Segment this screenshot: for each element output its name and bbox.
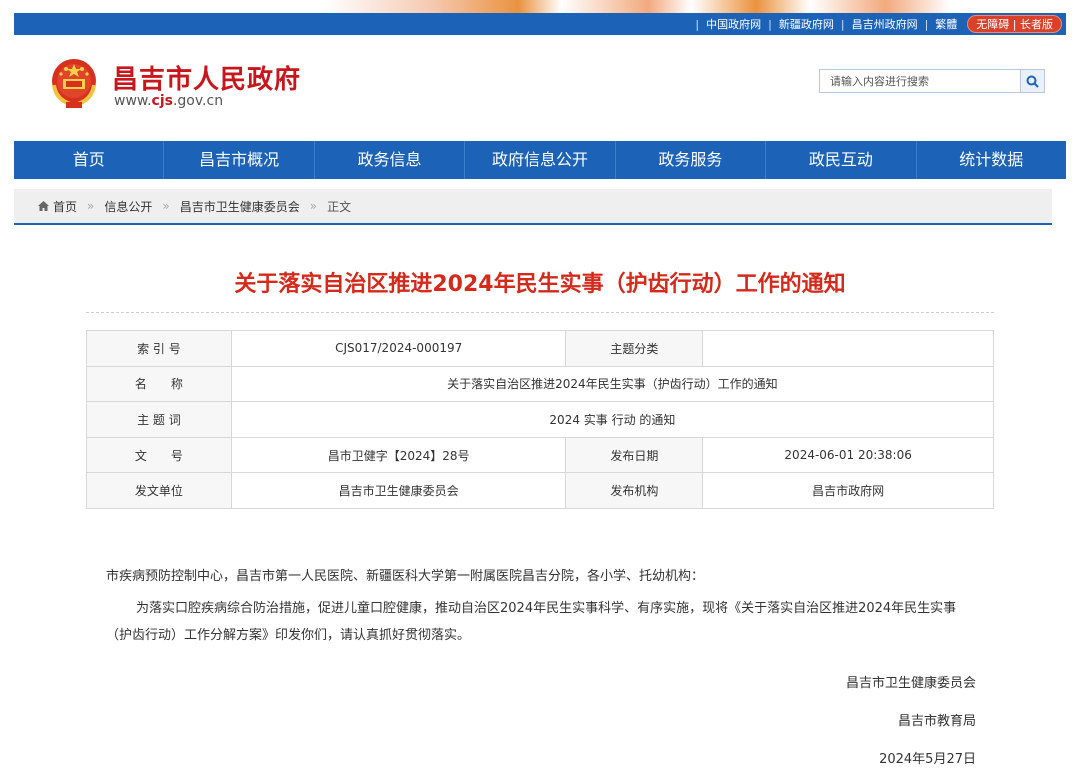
table-row: 名 称 关于落实自治区推进2024年民生实事（护齿行动）工作的通知 <box>86 365 995 403</box>
breadcrumb-info-disclosure[interactable]: 信息公开 <box>104 198 152 215</box>
site-url: www.cjs.gov.cn <box>114 93 224 109</box>
top-decoration-stripe <box>0 0 1080 14</box>
category-label: 主题分类 <box>565 330 704 367</box>
index-label: 索 引 号 <box>86 330 232 367</box>
category-value <box>702 330 994 367</box>
home-icon <box>38 201 49 211</box>
search-button[interactable] <box>1020 70 1044 92</box>
main-nav: 首页 昌吉市概况 政务信息 政府信息公开 政务服务 政民互动 统计数据 <box>14 141 1066 179</box>
publisher-value: 昌吉市政府网 <box>702 472 994 509</box>
search-box <box>819 69 1045 93</box>
body-paragraph: 为落实口腔疾病综合防治措施，促进儿童口腔健康，推动自治区2024年民生实事科学、… <box>106 601 957 643</box>
nav-item-government-news[interactable]: 政务信息 <box>315 141 466 179</box>
article-body: 市疾病预防控制中心，昌吉市第一人民医院、新疆医科大学第一附属医院昌吉分院，各小学… <box>106 563 976 649</box>
breadcrumb-separator-icon: » <box>162 199 170 213</box>
search-input[interactable] <box>820 70 1020 92</box>
docno-label: 文 号 <box>86 436 232 474</box>
publisher-label: 发布机构 <box>565 472 704 509</box>
sign-date: 2024年5月27日 <box>879 752 976 767</box>
link-changji-prefecture-gov[interactable]: 昌吉州政府网 <box>852 16 918 32</box>
document-meta-table: 索 引 号 CJS017/2024-000197 主题分类 名 称 关于落实自治… <box>86 330 995 509</box>
top-links: | 中国政府网 | 新疆政府网 | 昌吉州政府网 | 繁體 无障碍 | 长者版 <box>688 13 1062 35</box>
breadcrumb-health-commission[interactable]: 昌吉市卫生健康委员会 <box>180 198 300 215</box>
breadcrumb-current: 正文 <box>327 199 352 214</box>
table-row: 主 题 词 2024 实事 行动 的通知 <box>86 401 995 438</box>
breadcrumb-home[interactable]: 首页 <box>53 198 77 215</box>
breadcrumb: 首页 » 信息公开 » 昌吉市卫生健康委员会 » 正文 <box>14 189 1052 225</box>
nav-item-info-disclosure[interactable]: 政府信息公开 <box>465 141 616 179</box>
nav-item-government-services[interactable]: 政务服务 <box>616 141 767 179</box>
table-row: 索 引 号 CJS017/2024-000197 主题分类 <box>86 330 994 367</box>
issuer-label: 发文单位 <box>86 472 232 509</box>
index-value: CJS017/2024-000197 <box>230 330 567 367</box>
signer-health-commission: 昌吉市卫生健康委员会 <box>845 676 976 691</box>
top-utility-bar: | 中国政府网 | 新疆政府网 | 昌吉州政府网 | 繁體 无障碍 | 长者版 <box>14 13 1066 35</box>
breadcrumb-separator-icon: » <box>87 199 95 213</box>
keywords-label: 主 题 词 <box>86 401 232 438</box>
national-emblem-icon[interactable] <box>46 55 102 111</box>
search-icon <box>1026 75 1039 88</box>
keywords-value: 2024 实事 行动 的通知 <box>230 401 995 438</box>
breadcrumb-separator-icon: » <box>309 199 318 213</box>
signer-education-bureau: 昌吉市教育局 <box>897 714 976 729</box>
article-title: 关于落实自治区推进2024年民生实事（护齿行动）工作的通知 <box>234 272 846 297</box>
name-label: 名 称 <box>86 365 232 403</box>
table-row: 文 号 昌市卫健字【2024】28号 发布日期 2024-06-01 20:38… <box>86 436 994 474</box>
nav-item-statistics[interactable]: 统计数据 <box>917 141 1066 179</box>
name-value: 关于落实自治区推进2024年民生实事（护齿行动）工作的通知 <box>230 365 995 403</box>
issuer-value: 昌吉市卫生健康委员会 <box>230 472 567 509</box>
nav-item-public-interaction[interactable]: 政民互动 <box>766 141 917 179</box>
site-title[interactable]: 昌吉市人民政府 <box>112 59 301 96</box>
date-label: 发布日期 <box>565 436 704 474</box>
title-divider <box>86 312 994 313</box>
salutation: 市疾病预防控制中心，昌吉市第一人民医院、新疆医科大学第一附属医院昌吉分院，各小学… <box>106 569 705 584</box>
table-row: 发文单位 昌吉市卫生健康委员会 发布机构 昌吉市政府网 <box>86 472 994 509</box>
nav-item-city-overview[interactable]: 昌吉市概况 <box>164 141 315 179</box>
nav-item-home[interactable]: 首页 <box>14 141 165 179</box>
link-xinjiang-gov[interactable]: 新疆政府网 <box>779 16 834 32</box>
accessibility-button[interactable]: 无障碍 | 长者版 <box>967 15 1062 33</box>
docno-value: 昌市卫健字【2024】28号 <box>230 436 567 474</box>
link-china-gov[interactable]: 中国政府网 <box>706 16 761 32</box>
traditional-chinese-toggle[interactable]: 繁體 <box>935 16 957 32</box>
site-header: 昌吉市人民政府 www.cjs.gov.cn <box>14 35 1066 141</box>
date-value: 2024-06-01 20:38:06 <box>702 436 994 474</box>
